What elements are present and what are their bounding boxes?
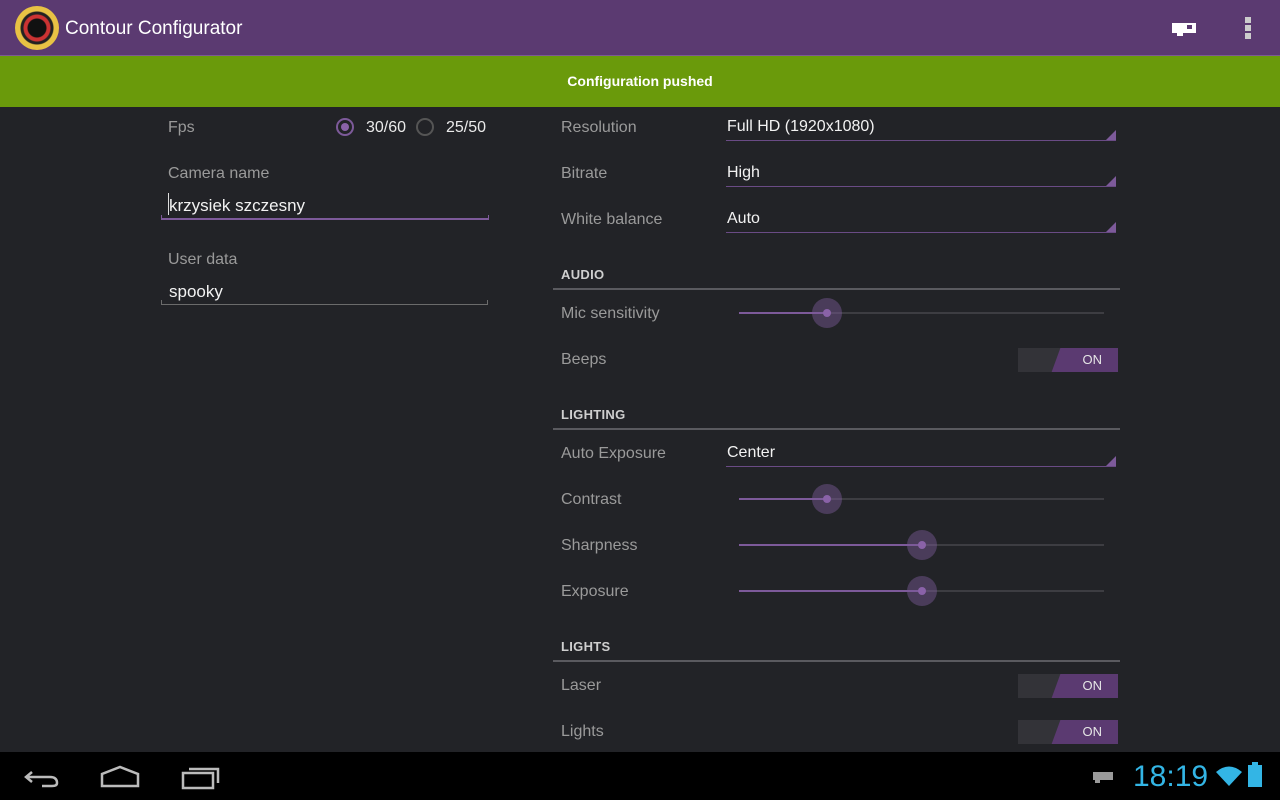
home-icon[interactable] <box>100 764 140 790</box>
fps-radio-30-60[interactable] <box>336 118 354 136</box>
sharpness-fill <box>739 544 922 546</box>
sharpness-slider[interactable] <box>739 530 1104 560</box>
overflow-menu-icon[interactable] <box>1240 15 1256 41</box>
white-balance-dropdown-icon <box>1106 222 1116 232</box>
exposure-label: Exposure <box>561 583 629 600</box>
action-bar: Contour Configurator <box>0 0 1280 56</box>
beeps-toggle[interactable]: ON <box>1018 348 1118 372</box>
mic-sensitivity-slider[interactable] <box>739 298 1104 328</box>
wifi-icon <box>1216 766 1242 786</box>
lighting-section-title: LIGHTING <box>561 407 626 422</box>
bitrate-label: Bitrate <box>561 165 608 182</box>
sharpness-thumb[interactable] <box>906 530 937 560</box>
exposure-slider[interactable] <box>739 576 1104 606</box>
lights-divider <box>553 660 1120 662</box>
resolution-dropdown-icon <box>1106 130 1116 140</box>
audio-divider <box>553 288 1120 290</box>
beeps-toggle-state: ON <box>1082 352 1103 367</box>
white-balance-spinner-line <box>726 232 1116 233</box>
audio-section-title: AUDIO <box>561 267 605 282</box>
mic-sensitivity-label: Mic sensitivity <box>561 305 660 322</box>
auto-exposure-spinner-line <box>726 466 1116 467</box>
auto-exposure-dropdown-icon <box>1106 456 1116 466</box>
bitrate-spinner[interactable]: High <box>727 164 760 182</box>
system-navigation-bar: 18:19 <box>0 752 1280 800</box>
app-title: Contour Configurator <box>65 18 243 39</box>
beeps-label: Beeps <box>561 351 607 368</box>
status-clock: 18:19 <box>1133 760 1209 793</box>
camera-lens-icon[interactable] <box>15 6 59 50</box>
resolution-spinner[interactable]: Full HD (1920x1080) <box>727 118 875 136</box>
sharpness-label: Sharpness <box>561 537 638 554</box>
contrast-label: Contrast <box>561 491 622 508</box>
camera-name-input[interactable]: krzysiek szczesny <box>169 196 305 216</box>
laser-toggle[interactable]: ON <box>1018 674 1118 698</box>
user-data-label: User data <box>168 251 238 268</box>
banner-text: Configuration pushed <box>567 73 713 89</box>
lights-section-title: LIGHTS <box>561 639 611 654</box>
resolution-spinner-line <box>726 140 1116 141</box>
battery-icon <box>1248 762 1262 787</box>
camera-name-label: Camera name <box>168 165 270 182</box>
back-icon[interactable] <box>22 764 62 790</box>
user-data-input[interactable]: spooky <box>169 282 223 302</box>
camera-notification-icon <box>1093 772 1113 783</box>
fps-option-25-50-label: 25/50 <box>446 119 487 136</box>
resolution-label: Resolution <box>561 119 637 136</box>
lights-label: Lights <box>561 723 604 740</box>
auto-exposure-label: Auto Exposure <box>561 445 666 462</box>
exposure-fill <box>739 590 922 592</box>
bitrate-spinner-line <box>726 186 1116 187</box>
mic-sensitivity-thumb[interactable] <box>811 298 842 328</box>
bitrate-dropdown-icon <box>1106 176 1116 186</box>
camera-icon[interactable] <box>1168 17 1200 39</box>
white-balance-spinner[interactable]: Auto <box>727 210 760 228</box>
contrast-slider[interactable] <box>739 484 1104 514</box>
camera-name-underline <box>161 215 489 220</box>
laser-toggle-state: ON <box>1082 678 1103 693</box>
white-balance-label: White balance <box>561 211 663 228</box>
user-data-underline <box>161 300 488 305</box>
lights-toggle-state: ON <box>1082 724 1103 739</box>
recent-apps-icon[interactable] <box>181 764 221 790</box>
status-banner: Configuration pushed <box>0 56 1280 107</box>
laser-label: Laser <box>561 677 602 694</box>
fps-option-30-60-label: 30/60 <box>366 119 407 136</box>
lights-toggle[interactable]: ON <box>1018 720 1118 744</box>
auto-exposure-spinner[interactable]: Center <box>727 444 775 462</box>
contrast-thumb[interactable] <box>811 484 842 514</box>
fps-label: Fps <box>168 119 195 136</box>
fps-radio-25-50[interactable] <box>416 118 434 136</box>
text-cursor <box>168 193 169 215</box>
exposure-thumb[interactable] <box>906 576 937 606</box>
lighting-divider <box>553 428 1120 430</box>
